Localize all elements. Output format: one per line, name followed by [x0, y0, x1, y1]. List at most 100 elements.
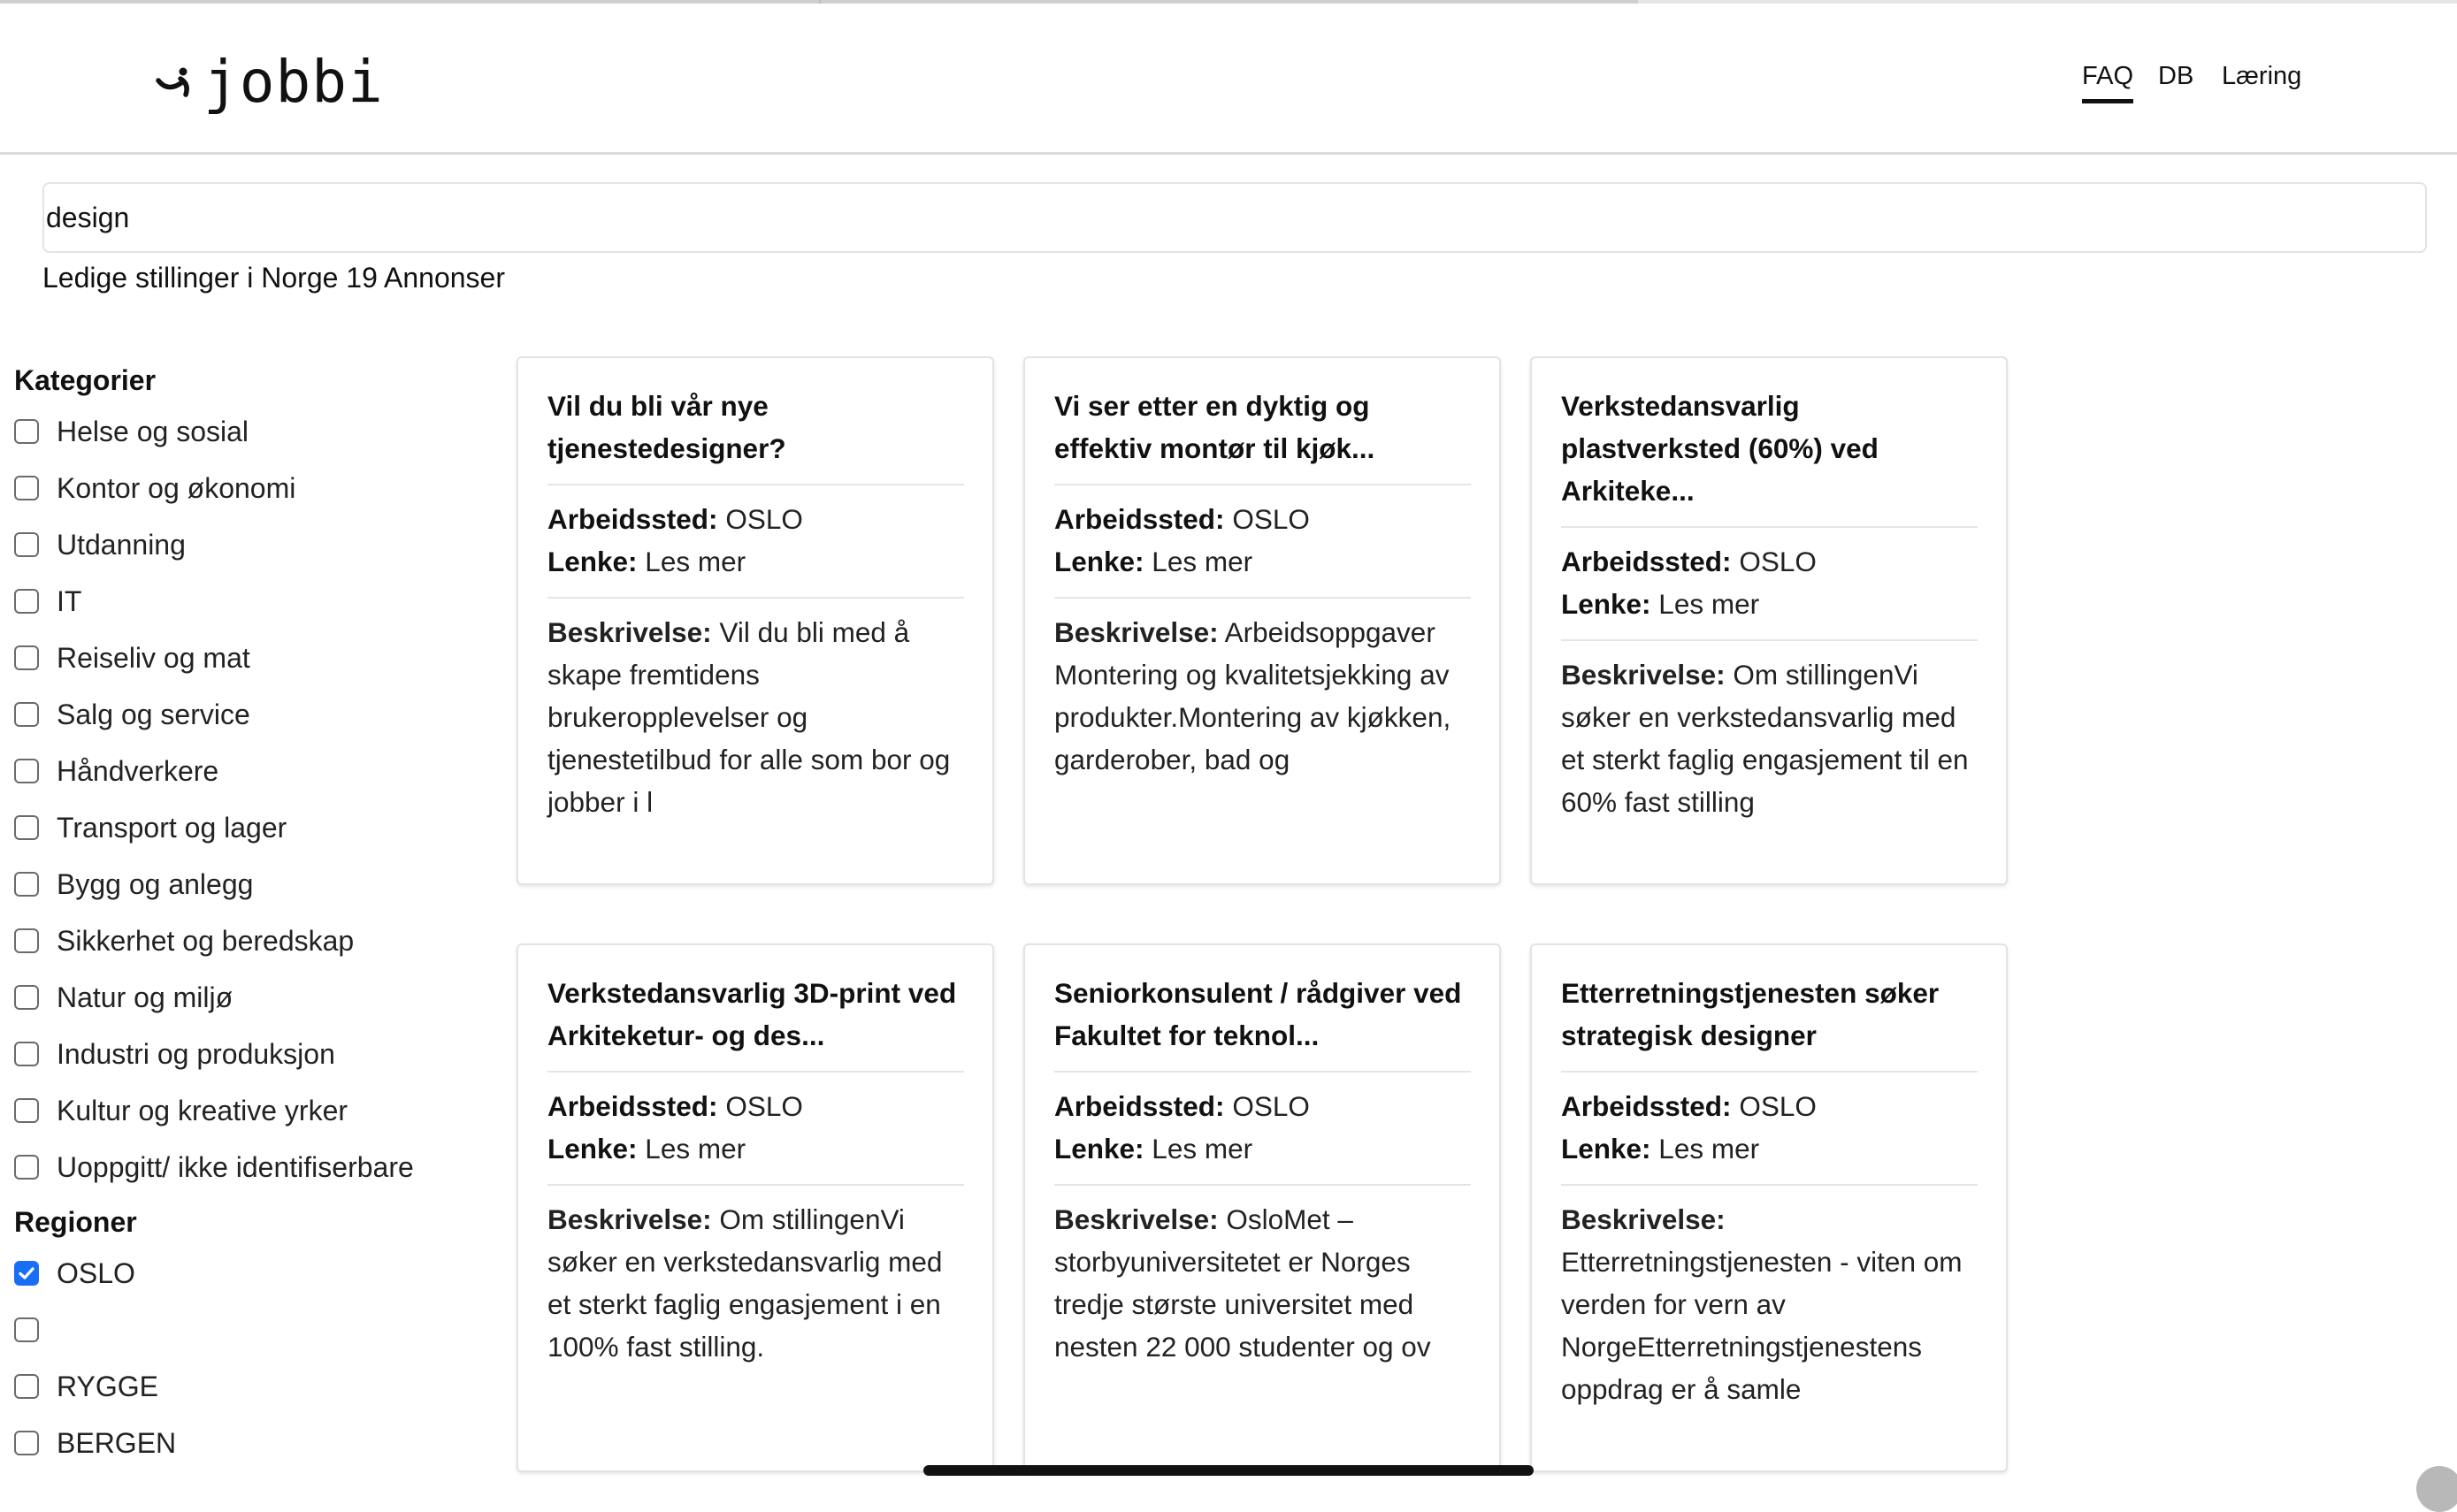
workplace-label: Arbeidssted:	[1561, 546, 1732, 577]
category-checkbox[interactable]	[14, 476, 39, 500]
link-field: Lenke: Les mer	[1054, 1127, 1471, 1170]
region-checkbox-row[interactable]: OSLO	[14, 1245, 492, 1302]
category-checkbox[interactable]	[14, 759, 39, 783]
category-checkbox-row[interactable]: IT	[14, 573, 492, 630]
description-field: Beskrivelse: Vil du bli med å skape frem…	[547, 611, 964, 823]
category-checkbox[interactable]	[14, 815, 39, 840]
link-field: Lenke: Les mer	[547, 540, 964, 583]
category-checkbox[interactable]	[14, 532, 39, 557]
region-label: RYGGE	[57, 1370, 158, 1402]
description-label: Beskrivelse:	[1561, 659, 1726, 691]
job-title[interactable]: Vi ser etter en dyktig og effektiv montø…	[1054, 385, 1471, 470]
category-checkbox-row[interactable]: Transport og lager	[14, 799, 492, 856]
job-card[interactable]: Verkstedansvarlig 3D-print ved Arkiteket…	[517, 943, 994, 1472]
region-checkbox-row[interactable]	[14, 1302, 492, 1358]
logo[interactable]: jobbi	[154, 48, 384, 116]
category-label: Utdanning	[57, 528, 186, 561]
read-more-link[interactable]: Les mer	[1152, 1133, 1252, 1165]
read-more-link[interactable]: Les mer	[1658, 588, 1759, 620]
category-list: Helse og sosial Kontor og økonomi Utdannin…	[14, 403, 492, 1195]
category-checkbox-row[interactable]: Kultur og kreative yrker	[14, 1082, 492, 1139]
job-card[interactable]: Seniorkonsulent / rådgiver ved Fakultet …	[1023, 943, 1501, 1472]
divider	[1054, 597, 1471, 599]
logo-text: jobbi	[203, 48, 384, 116]
workplace-field: Arbeidssted: OSLO	[1561, 540, 1978, 583]
read-more-link[interactable]: Les mer	[1658, 1133, 1759, 1165]
search-input[interactable]	[42, 182, 2427, 253]
description-field: Beskrivelse: Arbeidsoppgaver Montering o…	[1054, 611, 1471, 781]
description-label: Beskrivelse:	[1054, 616, 1219, 648]
link-label: Lenke:	[1561, 588, 1651, 620]
description-field: Beskrivelse: Om stillingenVi søker en ve…	[1561, 653, 1978, 823]
category-checkbox-row[interactable]: Natur og miljø	[14, 969, 492, 1026]
category-checkbox-row[interactable]: Håndverkere	[14, 743, 492, 799]
divider	[1561, 1184, 1978, 1186]
job-title[interactable]: Verkstedansvarlig plastverksted (60%) ve…	[1561, 385, 1978, 512]
region-label: BERGEN	[57, 1426, 177, 1459]
workplace-field: Arbeidssted: OSLO	[1561, 1085, 1978, 1127]
category-checkbox[interactable]	[14, 645, 39, 670]
category-checkbox[interactable]	[14, 928, 39, 953]
filter-sidebar: Kategorier Helse og sosial Kontor og økon…	[14, 354, 492, 1471]
region-checkbox[interactable]	[14, 1431, 39, 1455]
description-label: Beskrivelse:	[547, 1203, 712, 1235]
category-checkbox-row[interactable]: Reiseliv og mat	[14, 630, 492, 686]
category-checkbox[interactable]	[14, 1155, 39, 1180]
category-label: Uoppgitt/ ikke identifiserbare	[57, 1150, 414, 1183]
workplace-label: Arbeidssted:	[547, 1090, 718, 1122]
job-card[interactable]: Vil du bli vår nye tjenestedesigner? Arbe…	[517, 356, 994, 885]
divider	[1054, 1184, 1471, 1186]
job-title[interactable]: Vil du bli vår nye tjenestedesigner?	[547, 385, 964, 470]
read-more-link[interactable]: Les mer	[645, 546, 746, 577]
job-title[interactable]: Etterretningstjenesten søker strategisk …	[1561, 972, 1978, 1057]
nav-db[interactable]: DB	[2158, 62, 2193, 91]
workplace-label: Arbeidssted:	[1054, 1090, 1225, 1122]
category-label: Kultur og kreative yrker	[57, 1094, 348, 1126]
link-field: Lenke: Les mer	[1054, 540, 1471, 583]
link-field: Lenke: Les mer	[1561, 1127, 1978, 1170]
workplace-label: Arbeidssted:	[1561, 1090, 1732, 1122]
link-label: Lenke:	[1561, 1133, 1651, 1165]
category-checkbox[interactable]	[14, 985, 39, 1010]
job-card[interactable]: Etterretningstjenesten søker strategisk …	[1530, 943, 2008, 1472]
workplace-value: OSLO	[1232, 1090, 1310, 1122]
workplace-label: Arbeidssted:	[1054, 503, 1225, 535]
region-label: OSLO	[57, 1256, 135, 1289]
read-more-link[interactable]: Les mer	[645, 1133, 746, 1165]
category-checkbox-row[interactable]: Sikkerhet og beredskap	[14, 913, 492, 969]
job-card[interactable]: Verkstedansvarlig plastverksted (60%) ve…	[1530, 356, 2008, 885]
category-label: Reiseliv og mat	[57, 641, 250, 674]
region-checkbox-row[interactable]: BERGEN	[14, 1415, 492, 1471]
workplace-label: Arbeidssted:	[547, 503, 718, 535]
description-label: Beskrivelse:	[1561, 1203, 1726, 1235]
job-card[interactable]: Vi ser etter en dyktig og effektiv montø…	[1023, 356, 1501, 885]
category-checkbox[interactable]	[14, 419, 39, 444]
job-title[interactable]: Verkstedansvarlig 3D-print ved Arkiteket…	[547, 972, 964, 1057]
category-checkbox-row[interactable]: Utdanning	[14, 516, 492, 573]
category-checkbox[interactable]	[14, 589, 39, 614]
read-more-link[interactable]: Les mer	[1152, 546, 1252, 577]
category-checkbox[interactable]	[14, 702, 39, 727]
workplace-value: OSLO	[1739, 546, 1817, 577]
category-checkbox[interactable]	[14, 872, 39, 897]
category-checkbox-row[interactable]: Helse og sosial	[14, 403, 492, 460]
job-title[interactable]: Seniorkonsulent / rådgiver ved Fakultet …	[1054, 972, 1471, 1057]
region-checkbox[interactable]	[14, 1317, 39, 1342]
category-checkbox[interactable]	[14, 1098, 39, 1123]
category-checkbox-row[interactable]: Uoppgitt/ ikke identifiserbare	[14, 1139, 492, 1195]
categories-heading: Kategorier	[14, 364, 157, 396]
region-checkbox-row[interactable]: RYGGE	[14, 1358, 492, 1415]
category-checkbox-row[interactable]: Bygg og anlegg	[14, 856, 492, 913]
category-checkbox-row[interactable]: Salg og service	[14, 686, 492, 743]
category-checkbox-row[interactable]: Kontor og økonomi	[14, 460, 492, 516]
category-checkbox-row[interactable]: Industri og produksjon	[14, 1026, 492, 1082]
smile-logo-icon	[156, 67, 189, 97]
workplace-value: OSLO	[1232, 503, 1310, 535]
nav-laering[interactable]: Læring	[2222, 62, 2301, 91]
region-checkbox[interactable]	[14, 1261, 39, 1286]
nav-faq[interactable]: FAQ	[2082, 62, 2134, 103]
region-checkbox[interactable]	[14, 1374, 39, 1399]
scroll-handle[interactable]	[2416, 1466, 2457, 1512]
home-indicator	[923, 1465, 1534, 1476]
category-checkbox[interactable]	[14, 1042, 39, 1066]
